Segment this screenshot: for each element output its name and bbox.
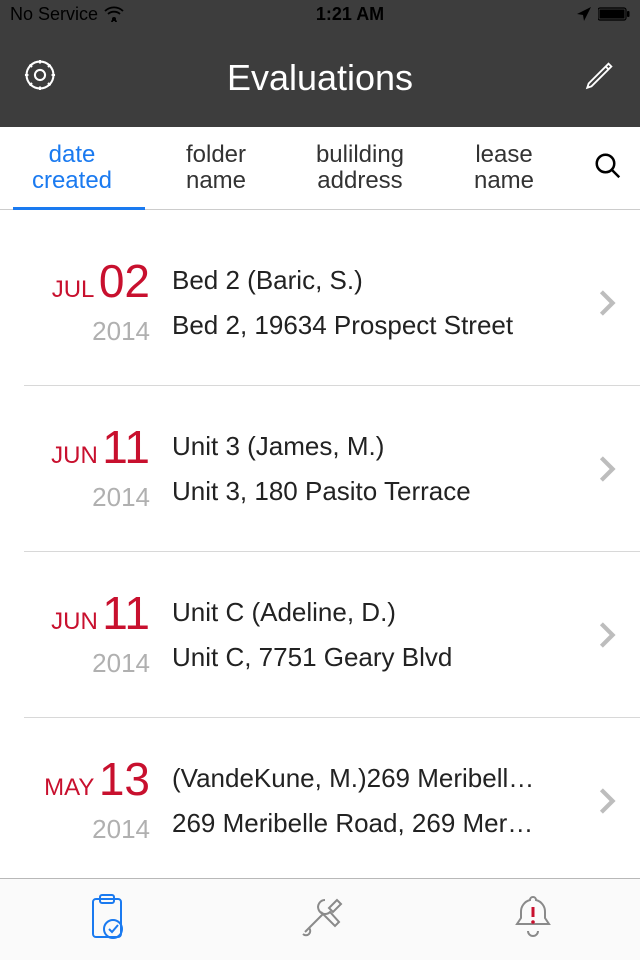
row-subtitle: Unit 3, 180 Pasito Terrace (172, 476, 590, 507)
tab-label: address (317, 167, 402, 194)
pencil-icon (583, 58, 617, 97)
row-title: (VandeKune, M.)269 Meribell… (172, 763, 590, 794)
tab-lease-name[interactable]: lease name (432, 132, 576, 205)
text-column: Bed 2 (Baric, S.) Bed 2, 19634 Prospect … (172, 265, 590, 341)
date-column: JUN 11 2014 (24, 424, 172, 513)
list-item[interactable]: MAY 13 2014 (VandeKune, M.)269 Meribell…… (24, 718, 640, 884)
list-item[interactable]: JUL 02 2014 Bed 2 (Baric, S.) Bed 2, 196… (24, 210, 640, 386)
chevron-right-icon (590, 621, 624, 649)
date-day: 02 (99, 255, 150, 307)
date-day: 11 (102, 587, 150, 639)
tab-label: folder (186, 141, 246, 168)
tab-folder-name[interactable]: folder name (144, 132, 288, 205)
tab-building-address[interactable]: bulilding address (288, 132, 432, 205)
row-subtitle: Bed 2, 19634 Prospect Street (172, 310, 590, 341)
date-month: JUL (52, 276, 95, 303)
compose-button[interactable] (580, 58, 620, 98)
date-column: JUL 02 2014 (24, 258, 172, 347)
nav-bar: Evaluations (0, 28, 640, 127)
tab-date-created[interactable]: date created (0, 132, 144, 205)
list-item[interactable]: JUN 11 2014 Unit 3 (James, M.) Unit 3, 1… (24, 386, 640, 552)
row-subtitle: 269 Meribelle Road, 269 Mer… (172, 808, 590, 839)
bell-alert-icon (510, 891, 556, 948)
tab-label: name (474, 167, 534, 194)
status-bar: No Service 1:21 AM (0, 0, 640, 28)
date-year: 2014 (24, 814, 150, 845)
tab-label: created (32, 167, 112, 194)
wifi-icon (104, 6, 124, 22)
row-subtitle: Unit C, 7751 Geary Blvd (172, 642, 590, 673)
text-column: Unit 3 (James, M.) Unit 3, 180 Pasito Te… (172, 431, 590, 507)
evaluation-list: JUL 02 2014 Bed 2 (Baric, S.) Bed 2, 196… (0, 210, 640, 884)
date-month: JUN (51, 442, 98, 469)
date-column: JUN 11 2014 (24, 590, 172, 679)
tabbar-tools[interactable] (213, 879, 426, 960)
chevron-right-icon (590, 455, 624, 483)
tab-indicator (13, 207, 145, 210)
date-column: MAY 13 2014 (24, 756, 172, 845)
location-icon (576, 6, 592, 22)
chevron-right-icon (590, 787, 624, 815)
date-year: 2014 (24, 648, 150, 679)
list-item[interactable]: JUN 11 2014 Unit C (Adeline, D.) Unit C,… (24, 552, 640, 718)
sort-tabs: date created folder name bulilding addre… (0, 127, 640, 210)
date-year: 2014 (24, 316, 150, 347)
search-button[interactable] (576, 151, 640, 186)
battery-icon (598, 7, 630, 21)
tabbar-evaluations[interactable] (0, 879, 213, 960)
clipboard-check-icon (85, 891, 129, 948)
tab-label: date (49, 141, 96, 168)
date-month: MAY (44, 774, 94, 801)
settings-button[interactable] (20, 58, 60, 98)
date-year: 2014 (24, 482, 150, 513)
tools-icon (295, 892, 345, 947)
tab-label: bulilding (316, 141, 404, 168)
text-column: (VandeKune, M.)269 Meribell… 269 Meribel… (172, 763, 590, 839)
date-month: JUN (51, 608, 98, 635)
row-title: Bed 2 (Baric, S.) (172, 265, 590, 296)
tab-label: name (186, 167, 246, 194)
tab-bar (0, 878, 640, 960)
date-day: 11 (102, 421, 150, 473)
tabbar-alerts[interactable] (427, 879, 640, 960)
page-title: Evaluations (60, 57, 580, 99)
chevron-right-icon (590, 289, 624, 317)
date-day: 13 (99, 753, 150, 805)
text-column: Unit C (Adeline, D.) Unit C, 7751 Geary … (172, 597, 590, 673)
row-title: Unit 3 (James, M.) (172, 431, 590, 462)
gear-icon (21, 56, 59, 99)
tab-label: lease (475, 141, 532, 168)
row-title: Unit C (Adeline, D.) (172, 597, 590, 628)
carrier-label: No Service (10, 4, 98, 25)
clock-label: 1:21 AM (316, 4, 384, 24)
search-icon (593, 151, 623, 186)
